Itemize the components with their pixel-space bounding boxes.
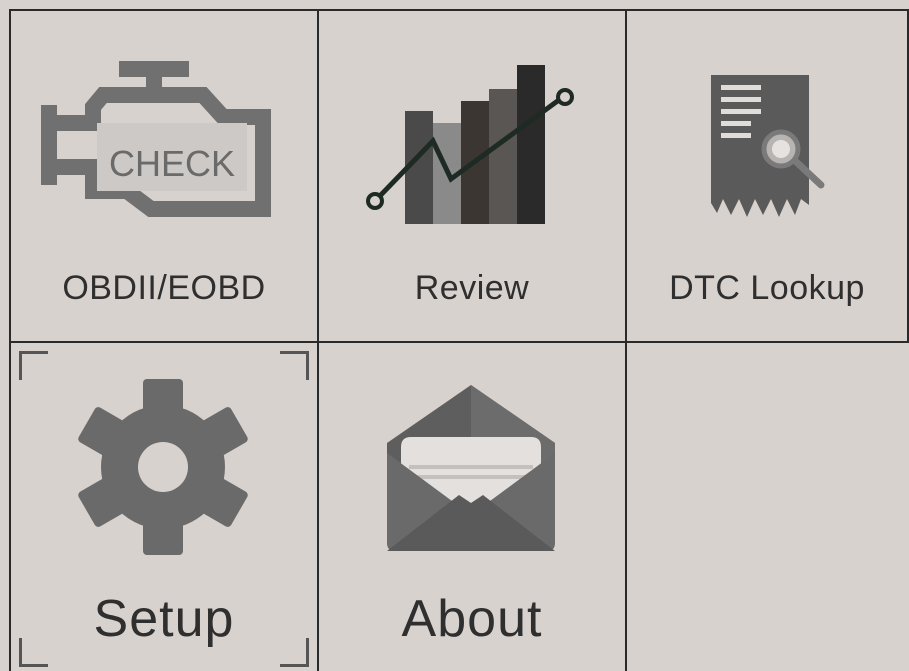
menu-tile-setup[interactable]: Setup: [9, 341, 319, 671]
check-engine-icon: CHECK: [41, 61, 271, 217]
menu-tile-obdii[interactable]: CHECK OBDII/EOBD: [9, 9, 319, 343]
menu-label-about: About: [401, 590, 543, 648]
gear-icon: [78, 379, 248, 555]
envelope-icon: [387, 385, 555, 551]
menu-label-review: Review: [414, 269, 530, 307]
menu-label-setup: Setup: [93, 590, 235, 648]
chart-icon: [366, 65, 574, 224]
menu-tile-dtc-lookup[interactable]: DTC Lookup: [625, 9, 909, 343]
menu-label-obdii: OBDII/EOBD: [62, 269, 266, 307]
main-menu-screen: CHECK OBDII/EOBD Review DTC Lookup Setup…: [0, 0, 909, 671]
menu-tile-review[interactable]: Review: [317, 9, 627, 343]
selection-corner-top-left: [19, 351, 48, 380]
menu-tile-about[interactable]: About: [317, 341, 627, 671]
menu-label-dtc-lookup: DTC Lookup: [669, 269, 865, 307]
document-search-icon: [711, 75, 825, 217]
check-engine-text: CHECK: [109, 143, 235, 184]
selection-corner-top-right: [280, 351, 309, 380]
menu-tile-empty: [625, 341, 909, 671]
